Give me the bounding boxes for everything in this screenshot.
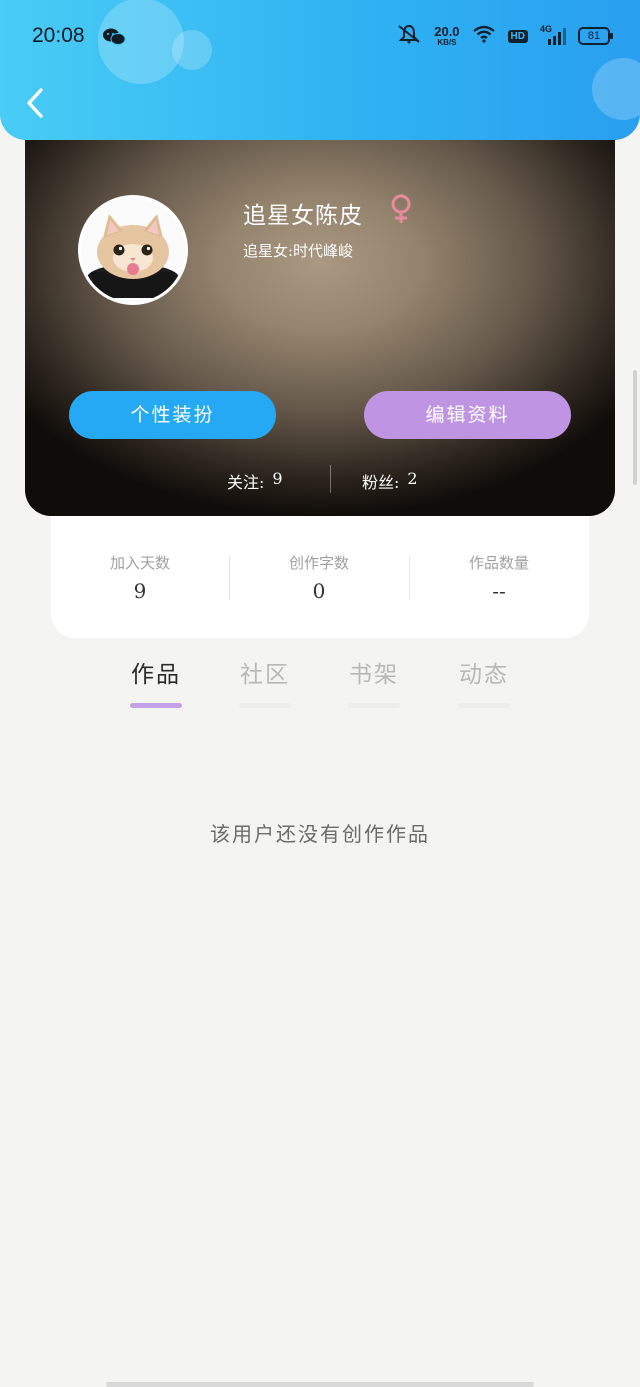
wifi-icon [472,25,496,47]
metric-label: 加入天数 [109,554,170,572]
status-time: 20:08 [32,24,85,47]
tab-activity[interactable]: 动态 [456,655,512,708]
tab-underline [348,703,400,708]
followers-link[interactable]: 粉丝: 2 [362,469,418,493]
wechat-icon [102,27,126,51]
status-icons: 20.0 KB/S HD 4G 81 [396,24,613,48]
edit-profile-button[interactable]: 编辑资料 [364,391,571,439]
tab-community[interactable]: 社区 [237,655,293,708]
metric-label: 作品数量 [468,554,529,572]
follow-stats: 关注: 9 粉丝: 2 [25,465,615,495]
metrics-card: 加入天数 9 创作字数 0 作品数量 -- [51,516,589,638]
followers-count: 2 [407,469,418,488]
tab-label: 社区 [240,662,290,688]
avatar[interactable] [78,195,188,305]
back-button[interactable] [20,86,50,124]
username: 追星女陈皮 [243,203,363,229]
signal-icon: 4G [540,24,566,46]
scrollbar[interactable] [633,370,637,485]
battery-indicator: 81 [578,27,613,45]
hd-badge: HD [507,29,528,43]
metric-word-count: 创作字数 0 [230,552,408,603]
following-count: 9 [272,469,283,488]
metric-value: 0 [312,579,326,603]
metric-value: -- [492,579,506,603]
following-link[interactable]: 关注: 9 [227,469,283,493]
chevron-left-icon [25,87,45,123]
user-signature: 追星女:时代峰峻 [243,242,354,260]
tab-label: 书架 [349,662,399,688]
network-speed: 20.0 KB/S [434,25,459,47]
stat-divider [330,465,331,493]
metric-label: 创作字数 [288,554,349,572]
network-speed-value: 20.0 [434,24,460,39]
decor-bubble [172,30,212,70]
metric-value: 9 [133,579,147,603]
decor-bubble [592,58,640,120]
mute-bell-icon [396,24,422,48]
metric-join-days: 加入天数 9 [51,552,229,603]
tab-underline [130,703,182,708]
network-speed-unit: KB/S [437,38,457,47]
tab-underline [239,703,291,708]
tab-label: 动态 [459,662,509,688]
personal-style-button[interactable]: 个性装扮 [69,391,276,439]
profile-card: 追星女陈皮 追星女:时代峰峻 个性装扮 编辑资料 关注: 9 粉丝: 2 [25,110,615,516]
following-label: 关注: [227,473,265,492]
tab-works[interactable]: 作品 [128,655,184,708]
female-icon [390,194,412,228]
tab-underline [458,703,510,708]
empty-works-message: 该用户还没有创作作品 [210,822,430,846]
tab-bookshelf[interactable]: 书架 [346,655,402,708]
app-header: 20:08 20.0 KB/S HD 4G 81 [0,0,640,140]
home-indicator[interactable] [106,1382,534,1387]
profile-tabs: 作品 社区 书架 动态 [0,655,640,715]
cat-avatar-image [81,198,185,302]
tab-label: 作品 [131,662,181,688]
metric-works-count: 作品数量 -- [410,552,588,603]
followers-label: 粉丝: [362,473,400,492]
